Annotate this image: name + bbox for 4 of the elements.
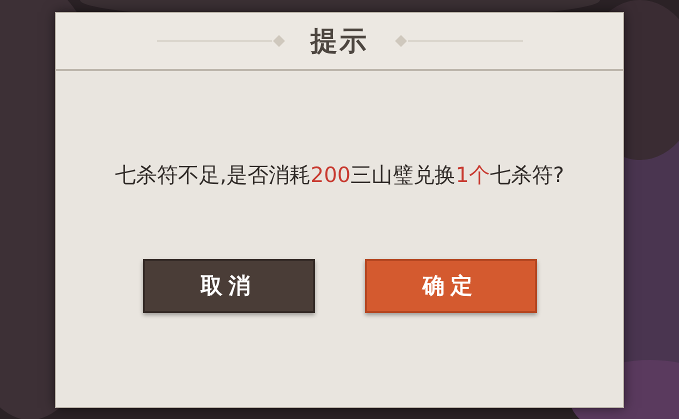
cancel-button[interactable]: 取消 xyxy=(142,259,314,313)
dialog-title: 提示 xyxy=(310,25,368,59)
confirm-button[interactable]: 确定 xyxy=(364,259,536,313)
confirm-message: 七杀符不足,是否消耗200三山璧兑换1个七杀符? xyxy=(114,162,566,189)
